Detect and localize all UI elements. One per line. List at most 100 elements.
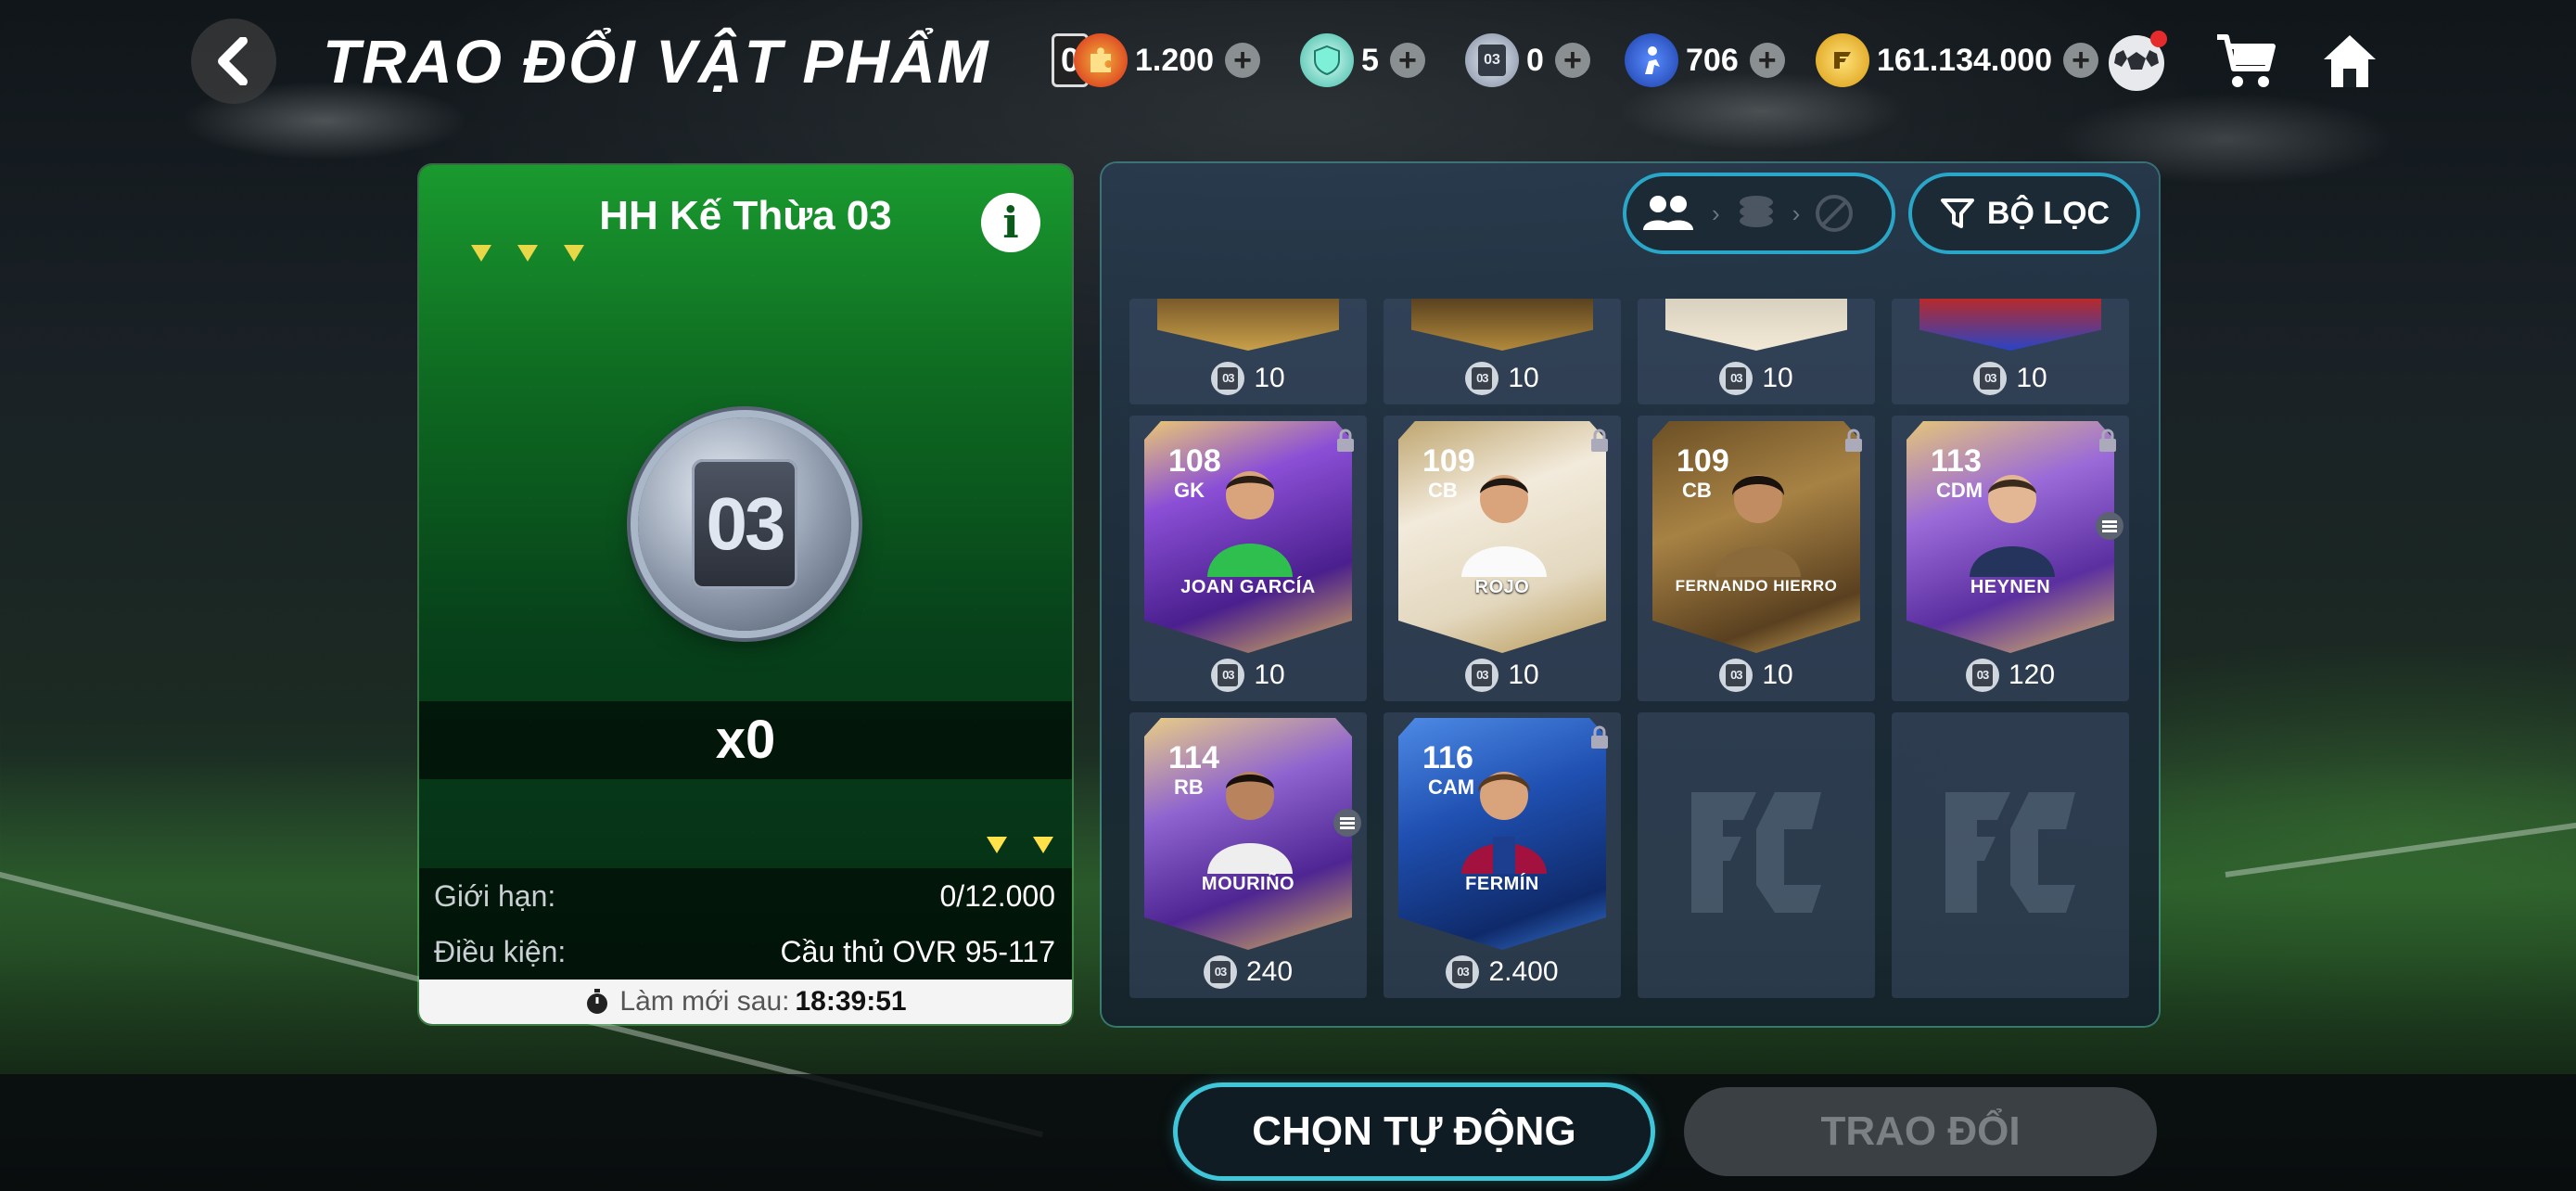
price-row: 03 240 [1129,954,1367,991]
player-position: CAM [1428,775,1475,799]
card-price: 10 [1762,363,1793,393]
player-position: CB [1682,479,1712,502]
player-position: CB [1428,479,1458,502]
condition-row: Điều kiện: Cầu thủ OVR 95-117 [419,924,1072,980]
card-price: 10 [1254,363,1285,393]
token-03-icon: 03 [1203,955,1237,989]
price-row: 03 10 [1638,360,1875,397]
card-slot[interactable]: 114 RB MOURIÑO 03 240 [1129,712,1367,998]
blocked-icon[interactable] [1813,192,1855,235]
card-slot[interactable]: 116 CAM FERMÍN 03 2.400 [1384,712,1621,998]
player-ovr: 116 [1422,740,1473,775]
lock-icon [1591,429,1608,452]
token-03-large-icon: 03 [638,417,851,631]
token-03-icon: 03 [1965,659,1999,692]
currency-puzzle[interactable]: 0 1.200 + [1052,32,1261,89]
player-portrait [1202,462,1298,577]
card-slot[interactable]: 03 10 [1129,299,1367,404]
fc-coin-icon [1816,33,1869,87]
decor-triangles [987,837,1053,853]
plus-icon[interactable]: + [1554,43,1590,78]
price-row: 03 10 [1638,657,1875,694]
player-position: RB [1174,775,1204,799]
refresh-timer: Làm mới sau: 18:39:51 [419,980,1072,1024]
filter-button[interactable]: BỘ LỌC [1912,176,2136,250]
players-icon[interactable] [1639,191,1699,236]
player-name: FERNANDO HIERRO [1675,577,1838,595]
card-slot[interactable]: 108 GK JOAN GARCÍA 03 10 [1129,416,1367,701]
filter-label: BỘ LỌC [1986,195,2111,231]
stack-icon [1333,809,1361,837]
home-icon[interactable] [2313,24,2387,98]
player-ovr: 109 [1677,443,1729,479]
auto-select-button[interactable]: CHỌN TỰ ĐỘNG [1178,1087,1651,1176]
card-slot[interactable]: 03 10 [1638,299,1875,404]
limit-row: Giới hạn: 0/12.000 [419,868,1072,924]
player-coin-icon [1625,33,1678,87]
player-card-partial [1919,299,2101,351]
card-price: 10 [1508,363,1539,393]
player-portrait [1202,759,1298,874]
stack-icon [2096,512,2123,540]
player-name: HEYNEN [1970,577,2051,597]
refresh-time: 18:39:51 [795,986,907,1017]
currency-value: 161.134.000 [1877,42,2053,78]
coin-stack-icon[interactable] [1733,193,1779,234]
player-card: 109 CB FERNANDO HIERRO [1652,421,1860,653]
player-ovr: 114 [1168,740,1219,775]
decor-triangles [471,245,584,262]
currency-player-coin[interactable]: 706 + [1625,32,1785,89]
price-row: 03 10 [1892,360,2129,397]
card-slot[interactable]: 03 10 [1384,299,1621,404]
token-03-icon: 03 [1465,362,1499,395]
plus-icon[interactable]: + [2063,43,2099,78]
currency-fc-coin[interactable]: 161.134.000 + [1816,32,2099,89]
info-icon[interactable]: i [981,193,1040,252]
football-icon[interactable] [2101,24,2175,98]
trade-button[interactable]: TRAO ĐỔI [1684,1087,2157,1176]
currency-value: 5 [1361,42,1379,78]
plus-icon[interactable]: + [1225,43,1261,78]
back-button[interactable] [191,19,276,104]
plus-icon[interactable]: + [1389,43,1425,78]
token-03-icon: 03 [1719,362,1753,395]
fc-logo-icon [1945,792,2075,913]
currency-value: 0 [1526,42,1544,78]
token-03-icon: 03 [1465,659,1499,692]
token-03-icon: 03 [1719,659,1753,692]
condition-value: Cầu thủ OVR 95-117 [780,934,1055,968]
token-03-icon: 03 [1465,33,1519,87]
currency-token-03[interactable]: 03 0 + [1465,32,1590,89]
player-card: 108 GK JOAN GARCÍA [1144,421,1352,653]
player-card-partial [1157,299,1339,351]
plus-icon[interactable]: + [1749,43,1785,78]
item-detail-panel: HH Kế Thừa 03 i 03 x0 Giới hạn: 0/12.000… [419,165,1072,1024]
cart-icon[interactable] [2209,24,2283,98]
player-name: JOAN GARCÍA [1180,577,1316,597]
shield-gem-icon [1300,33,1354,87]
card-slot[interactable]: 03 10 [1892,299,2129,404]
empty-card-slot [1892,712,2129,998]
chevron-left-icon [218,37,248,85]
page-title: TRAO ĐỔI VẬT PHẨM [323,27,990,96]
lock-icon [2099,429,2116,452]
card-slot[interactable]: 109 CB FERNANDO HIERRO 03 10 [1638,416,1875,701]
empty-card-slot [1638,712,1875,998]
lock-icon [1591,725,1608,749]
card-price: 10 [2016,363,2047,393]
currency-shield[interactable]: 5 + [1300,32,1425,89]
player-portrait [1456,462,1552,577]
category-filter-group[interactable]: › › [1626,176,1892,250]
card-slot[interactable]: 109 CB ROJO 03 10 [1384,416,1621,701]
card-price: 2.400 [1488,956,1559,987]
condition-label: Điều kiện: [434,934,567,968]
card-price: 10 [1762,660,1793,690]
lock-icon [1845,429,1862,452]
token-03-icon: 03 [1211,659,1245,692]
limit-label: Giới hạn: [434,878,556,913]
card-slot[interactable]: 113 CDM HEYNEN 03 120 [1892,416,2129,701]
player-name: MOURIÑO [1201,874,1295,894]
card-grid[interactable]: 03 10 03 10 03 10 03 10 108 GK JOAN GARCÍA [1129,299,2131,1015]
item-count: x0 [419,701,1072,779]
player-card-partial [1665,299,1847,351]
